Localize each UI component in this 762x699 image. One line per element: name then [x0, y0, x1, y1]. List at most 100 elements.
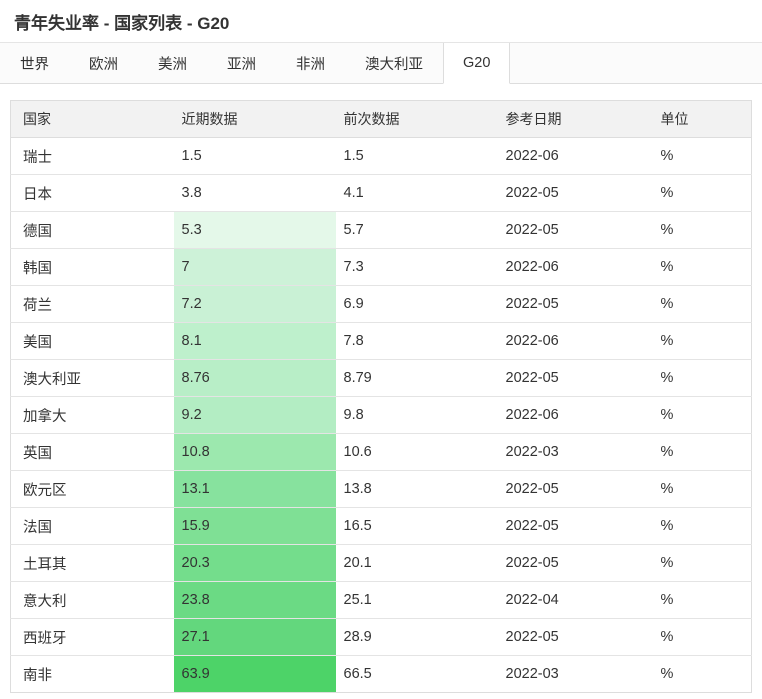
cell-previous: 25.1: [335, 581, 498, 619]
cell-latest: 7.2: [173, 285, 336, 323]
cell-unit: %: [652, 433, 752, 471]
tab-region-3[interactable]: 亚洲: [207, 43, 276, 84]
cell-previous: 4.1: [335, 174, 498, 212]
column-header: 国家: [10, 100, 174, 138]
cell-country: 法国: [10, 507, 174, 545]
cell-latest: 15.9: [173, 507, 336, 545]
cell-unit: %: [652, 618, 752, 656]
cell-country: 美国: [10, 322, 174, 360]
cell-date: 2022-05: [497, 544, 653, 582]
cell-country: 南非: [23, 667, 52, 684]
tab-region-1[interactable]: 欧洲: [69, 43, 138, 84]
table-row: 英国 10.8 10.6 2022-03 %: [10, 433, 752, 471]
cell-latest: 8.76: [173, 359, 336, 397]
cell-country: 土耳其: [10, 544, 174, 582]
cell-previous: 13.8: [335, 470, 498, 508]
table-row: 南非 63.9 66.5 2022-03 %: [11, 655, 752, 693]
cell-date: 2022-03: [497, 433, 653, 471]
cell-unit: %: [652, 507, 752, 545]
cell-latest: 23.8: [173, 581, 336, 619]
cell-latest: 5.3: [173, 211, 336, 249]
cell-unit: %: [660, 666, 674, 682]
cell-previous: 8.79: [335, 359, 498, 397]
table-row: 荷兰 7.2 6.9 2022-05 %: [10, 285, 752, 323]
table-row: 瑞士 1.5 1.5 2022-06 %: [10, 137, 752, 175]
table-row: 西班牙 27.1 28.9 2022-05 %: [10, 618, 752, 656]
cell-country: 欧元区: [10, 470, 174, 508]
table-body: 瑞士 1.5 1.5 2022-06 % 日本 3.8 4.1 2022-05 …: [10, 137, 752, 693]
cell-unit: %: [652, 581, 752, 619]
cell-date: 2022-06: [497, 137, 653, 175]
cell-latest: 20.3: [173, 544, 336, 582]
cell-date: 2022-06: [497, 248, 653, 286]
cell-country: 瑞士: [10, 137, 174, 175]
cell-country: 日本: [10, 174, 174, 212]
column-header: 单位: [652, 100, 752, 138]
cell-unit: %: [652, 396, 752, 434]
cell-previous: 5.7: [335, 211, 498, 249]
cell-unit: %: [652, 544, 752, 582]
cell-unit: %: [652, 174, 752, 212]
cell-latest: 27.1: [173, 618, 336, 656]
cell-date: 2022-05: [497, 507, 653, 545]
table-row: 加拿大 9.2 9.8 2022-06 %: [10, 396, 752, 434]
cell-previous: 66.5: [343, 666, 372, 682]
cell-unit: %: [652, 359, 752, 397]
cell-previous: 10.6: [335, 433, 498, 471]
tab-bar: 世界 欧洲 美洲 亚洲 非洲 澳大利亚 G20: [0, 42, 762, 84]
table-row: 法国 15.9 16.5 2022-05 %: [10, 507, 752, 545]
cell-date: 2022-05: [497, 174, 653, 212]
cell-country: 英国: [10, 433, 174, 471]
table-row: 韩国 7 7.3 2022-06 %: [10, 248, 752, 286]
cell-unit: %: [652, 211, 752, 249]
cell-latest: 1.5: [173, 137, 336, 175]
cell-country: 荷兰: [10, 285, 174, 323]
table-row: 美国 8.1 7.8 2022-06 %: [10, 322, 752, 360]
table-wrap: 国家 近期数据 前次数据 参考日期 单位 瑞士 1.5 1.5 2022-06 % 日本…: [10, 100, 752, 693]
cell-date: 2022-06: [497, 396, 653, 434]
cell-country: 意大利: [10, 581, 174, 619]
cell-previous: 9.8: [335, 396, 498, 434]
tab-region-5[interactable]: 澳大利亚: [345, 43, 443, 84]
cell-previous: 16.5: [335, 507, 498, 545]
cell-unit: %: [652, 248, 752, 286]
column-header: 前次数据: [335, 100, 498, 138]
tab-g20[interactable]: G20: [443, 43, 511, 84]
countries-table: 国家 近期数据 前次数据 参考日期 单位 瑞士 1.5 1.5 2022-06 % 日本…: [10, 100, 752, 693]
cell-latest: 13.1: [173, 470, 336, 508]
cell-unit: %: [652, 470, 752, 508]
table-row: 土耳其 20.3 20.1 2022-05 %: [10, 544, 752, 582]
cell-country: 德国: [10, 211, 174, 249]
table-row: 欧元区 13.1 13.8 2022-05 %: [10, 470, 752, 508]
cell-date: 2022-03: [505, 666, 559, 682]
cell-latest: 7: [173, 248, 336, 286]
table-row: 澳大利亚 8.76 8.79 2022-05 %: [10, 359, 752, 397]
tab-region-2[interactable]: 美洲: [138, 43, 207, 84]
cell-latest: 8.1: [173, 322, 336, 360]
cell-date: 2022-05: [497, 211, 653, 249]
tab-region-0[interactable]: 世界: [0, 43, 69, 84]
cell-previous: 7.3: [335, 248, 498, 286]
cell-previous: 20.1: [335, 544, 498, 582]
tab-region-4[interactable]: 非洲: [276, 43, 345, 84]
cell-date: 2022-06: [497, 322, 653, 360]
cell-previous: 7.8: [335, 322, 498, 360]
table-row: 意大利 23.8 25.1 2022-04 %: [10, 581, 752, 619]
table-header-row: 国家 近期数据 前次数据 参考日期 单位: [10, 100, 752, 138]
cell-unit: %: [652, 322, 752, 360]
page: 青年失业率 - 国家列表 - G20 世界 欧洲 美洲 亚洲 非洲 澳大利亚 G20 国家近…: [0, 0, 762, 699]
cell-latest: 3.8: [173, 174, 336, 212]
page-title: 青年失业率 - 国家列表 - G20: [14, 14, 230, 33]
cell-country: 西班牙: [10, 618, 174, 656]
cell-date: 2022-05: [497, 285, 653, 323]
column-header: 参考日期: [497, 100, 653, 138]
cell-latest: 10.8: [173, 433, 336, 471]
cell-date: 2022-05: [497, 618, 653, 656]
cell-unit: %: [652, 285, 752, 323]
cell-latest: 63.9: [173, 655, 336, 693]
column-header: 近期数据: [173, 100, 336, 138]
cell-date: 2022-04: [497, 581, 653, 619]
cell-country: 加拿大: [10, 396, 174, 434]
cell-previous: 6.9: [335, 285, 498, 323]
cell-date: 2022-05: [497, 470, 653, 508]
